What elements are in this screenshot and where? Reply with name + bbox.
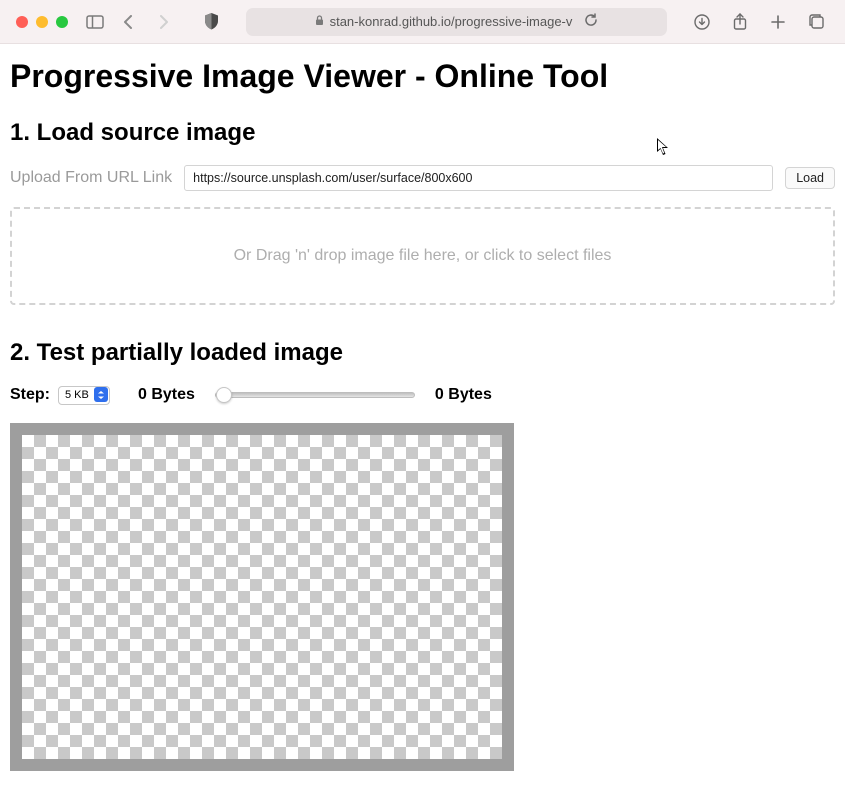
address-bar[interactable]: stan-konrad.github.io/progressive-image-…: [246, 8, 667, 36]
file-dropzone[interactable]: Or Drag 'n' drop image file here, or cli…: [10, 207, 835, 305]
tabs-overview-button[interactable]: [803, 9, 829, 35]
minimize-window-button[interactable]: [36, 16, 48, 28]
url-input[interactable]: [184, 165, 773, 191]
window-controls: [16, 16, 68, 28]
load-progress-slider[interactable]: [215, 392, 415, 398]
step-label: Step:: [10, 386, 50, 404]
forward-button[interactable]: [150, 9, 176, 35]
close-window-button[interactable]: [16, 16, 28, 28]
refresh-button[interactable]: [584, 13, 598, 30]
step-controls-row: Step: 5 KB 0 Bytes 0 Bytes: [10, 385, 835, 405]
select-chevron-icon: [94, 387, 108, 402]
maximize-window-button[interactable]: [56, 16, 68, 28]
new-tab-button[interactable]: [765, 9, 791, 35]
bytes-loaded-label: 0 Bytes: [138, 386, 195, 404]
bytes-total-label: 0 Bytes: [435, 386, 492, 404]
shield-icon[interactable]: [198, 9, 224, 35]
section2-heading: 2. Test partially loaded image: [10, 339, 835, 367]
downloads-button[interactable]: [689, 9, 715, 35]
url-upload-row: Upload From URL Link Load: [10, 165, 835, 191]
sidebar-toggle-button[interactable]: [82, 9, 108, 35]
page-title: Progressive Image Viewer - Online Tool: [10, 58, 835, 95]
page-content: Progressive Image Viewer - Online Tool 1…: [0, 44, 845, 791]
dropzone-text: Or Drag 'n' drop image file here, or cli…: [234, 247, 612, 265]
back-button[interactable]: [116, 9, 142, 35]
share-button[interactable]: [727, 9, 753, 35]
url-text: stan-konrad.github.io/progressive-image-…: [330, 14, 573, 29]
image-preview-canvas: [22, 435, 502, 759]
browser-toolbar: stan-konrad.github.io/progressive-image-…: [0, 0, 845, 44]
lock-icon: [315, 15, 324, 29]
image-preview-frame: [10, 423, 514, 771]
url-upload-label: Upload From URL Link: [10, 169, 172, 187]
section1-heading: 1. Load source image: [10, 119, 835, 147]
load-button[interactable]: Load: [785, 167, 835, 189]
